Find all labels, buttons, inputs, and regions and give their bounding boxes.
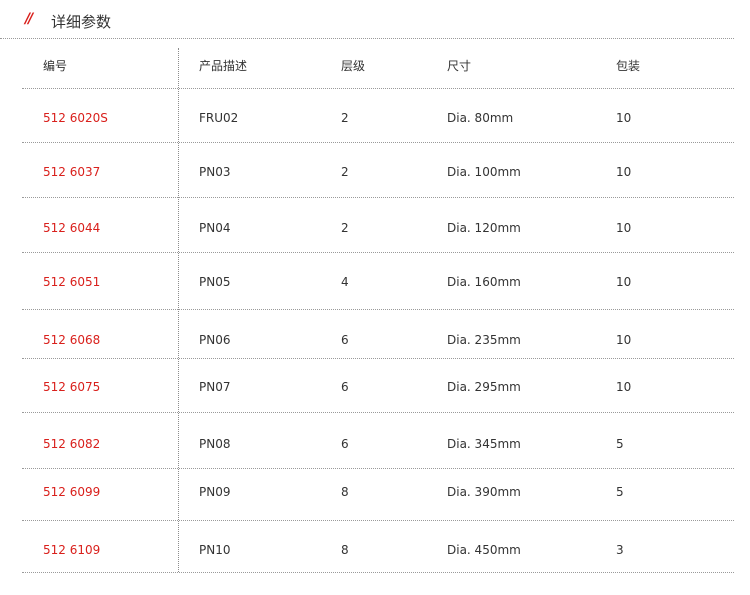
table-row: 512 6082 PN08 6 Dia. 345mm 5	[22, 413, 734, 469]
cell-layers: 2	[341, 165, 349, 179]
cell-layers: 2	[341, 221, 349, 235]
table-row: 512 6075 PN07 6 Dia. 295mm 10	[22, 359, 734, 413]
cell-code: 512 6099	[43, 485, 101, 499]
cell-size: Dia. 235mm	[447, 333, 521, 347]
cell-code: 512 6068	[43, 333, 101, 347]
cell-code: 512 6020S	[43, 111, 108, 125]
cell-size: Dia. 100mm	[447, 165, 521, 179]
cell-package: 10	[616, 111, 632, 125]
cell-layers: 6	[341, 333, 349, 347]
section-marker-icon: //	[25, 11, 33, 27]
cell-description: PN08	[199, 437, 231, 451]
cell-layers: 8	[341, 485, 349, 499]
section-header: // 详细参数	[0, 0, 734, 39]
cell-description: FRU02	[199, 111, 239, 125]
table-row: 512 6044 PN04 2 Dia. 120mm 10	[22, 198, 734, 253]
cell-size: Dia. 295mm	[447, 380, 521, 394]
cell-description: PN10	[199, 543, 231, 557]
cell-size: Dia. 160mm	[447, 275, 521, 289]
table-row: 512 6020S FRU02 2 Dia. 80mm 10	[22, 89, 734, 143]
cell-description: PN09	[199, 485, 231, 499]
cell-size: Dia. 345mm	[447, 437, 521, 451]
header-code: 编号	[43, 59, 68, 73]
cell-code: 512 6109	[43, 543, 101, 557]
cell-package: 10	[616, 221, 632, 235]
cell-package: 10	[616, 275, 632, 289]
cell-code: 512 6044	[43, 221, 101, 235]
cell-package: 5	[616, 485, 624, 499]
cell-code: 512 6082	[43, 437, 101, 451]
table-row: 512 6051 PN05 4 Dia. 160mm 10	[22, 253, 734, 310]
cell-code: 512 6037	[43, 165, 101, 179]
cell-size: Dia. 390mm	[447, 485, 521, 499]
header-size: 尺寸	[447, 59, 472, 73]
section-title: 详细参数	[51, 13, 112, 31]
table-row: 512 6068 PN06 6 Dia. 235mm 10	[22, 310, 734, 359]
cell-layers: 6	[341, 380, 349, 394]
header-package: 包装	[616, 59, 641, 73]
cell-size: Dia. 80mm	[447, 111, 514, 125]
cell-layers: 8	[341, 543, 349, 557]
cell-code: 512 6051	[43, 275, 101, 289]
cell-layers: 2	[341, 111, 349, 125]
cell-layers: 6	[341, 437, 349, 451]
table-row: 512 6099 PN09 8 Dia. 390mm 5	[22, 469, 734, 521]
cell-package: 10	[616, 333, 632, 347]
cell-package: 10	[616, 165, 632, 179]
cell-description: PN04	[199, 221, 231, 235]
cell-package: 5	[616, 437, 624, 451]
header-description: 产品描述	[199, 59, 248, 73]
table-row: 512 6037 PN03 2 Dia. 100mm 10	[22, 143, 734, 198]
cell-code: 512 6075	[43, 380, 101, 394]
cell-package: 10	[616, 380, 632, 394]
header-layers: 层级	[341, 59, 366, 73]
cell-description: PN05	[199, 275, 231, 289]
table-header-row: 编号 产品描述 层级 尺寸 包装	[22, 48, 734, 89]
cell-package: 3	[616, 543, 624, 557]
cell-description: PN03	[199, 165, 231, 179]
cell-size: Dia. 120mm	[447, 221, 521, 235]
cell-size: Dia. 450mm	[447, 543, 521, 557]
cell-description: PN06	[199, 333, 231, 347]
cell-layers: 4	[341, 275, 349, 289]
table-row: 512 6109 PN10 8 Dia. 450mm 3	[22, 521, 734, 573]
cell-description: PN07	[199, 380, 231, 394]
